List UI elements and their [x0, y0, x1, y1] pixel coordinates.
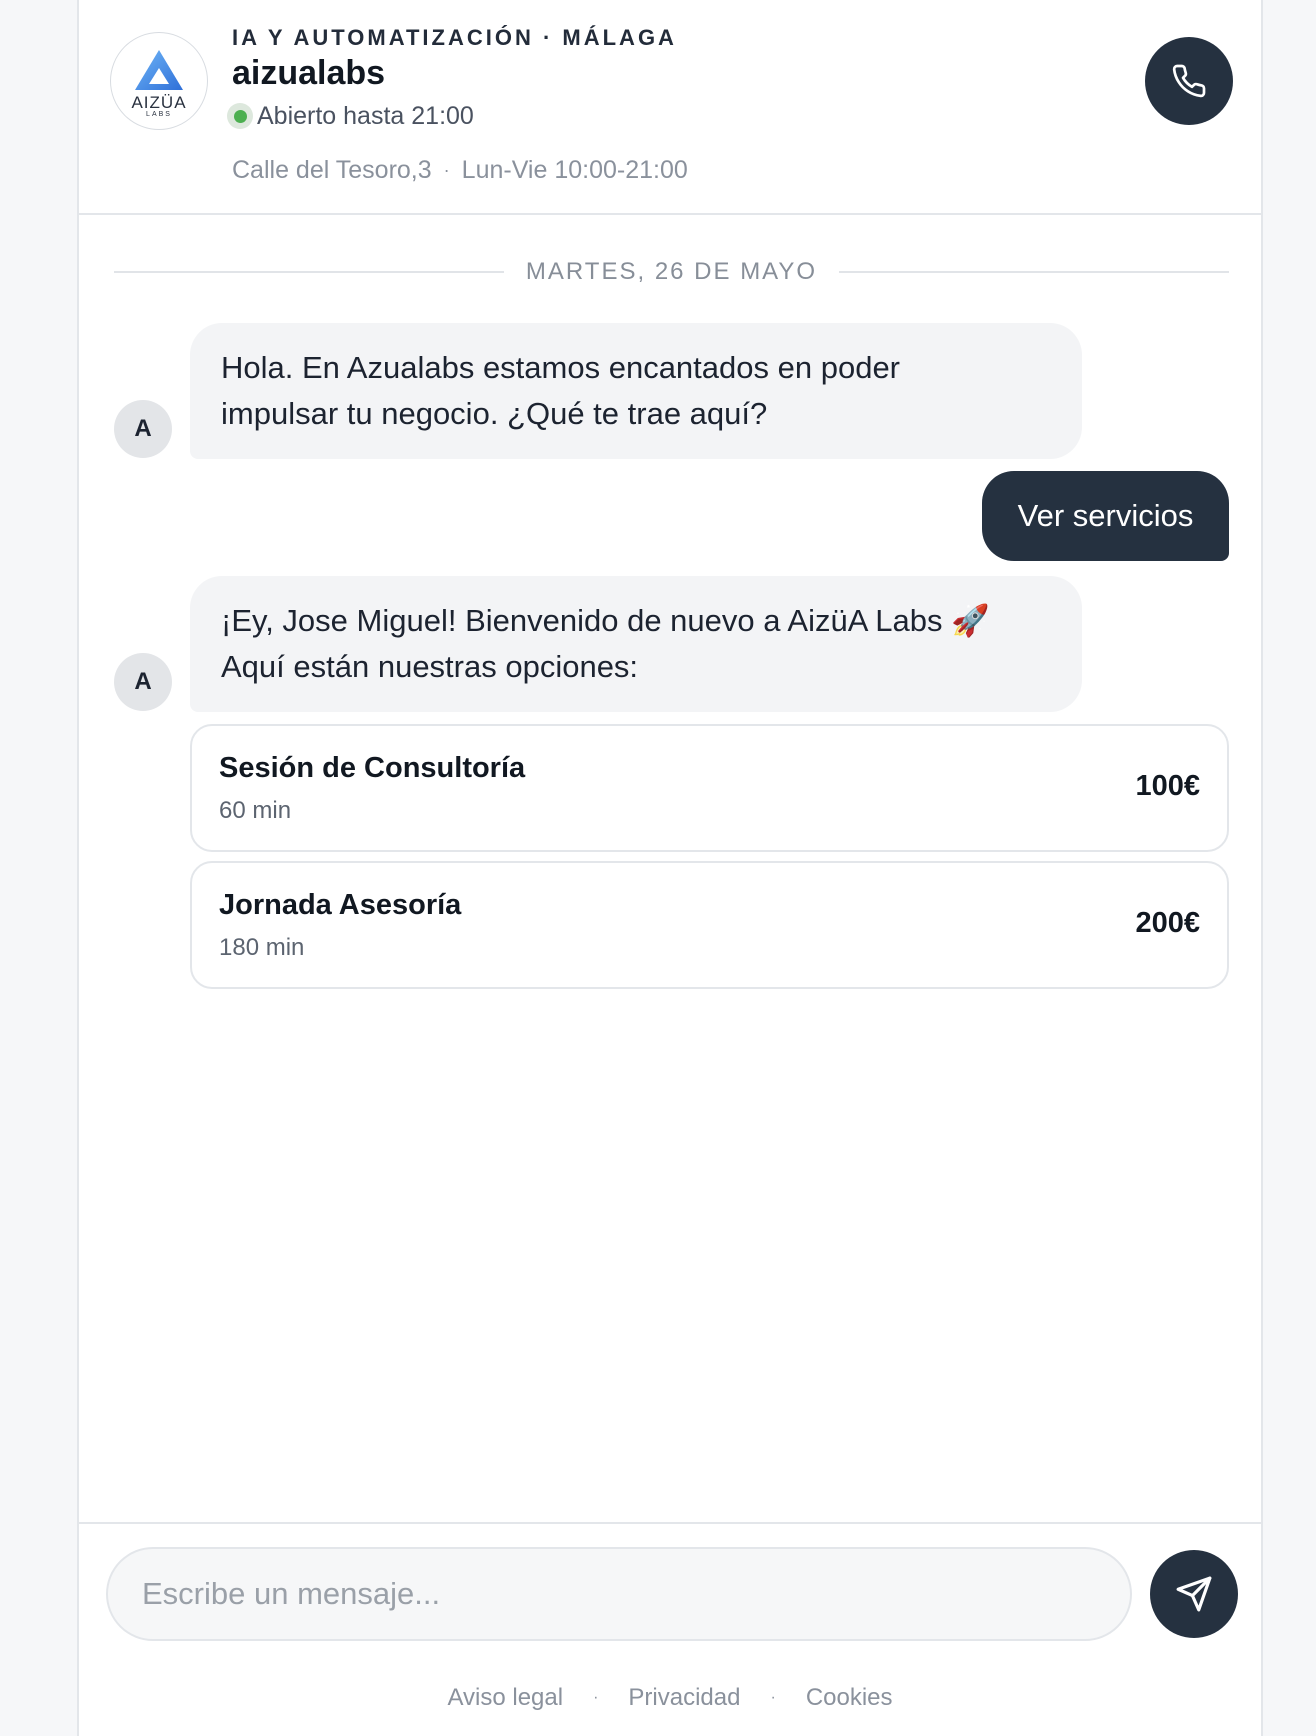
open-status-text: Abierto hasta 21:00	[257, 101, 474, 130]
legal-notice-link[interactable]: Aviso legal	[447, 1684, 563, 1712]
logo-sub: LABS	[146, 110, 172, 118]
business-category: IA Y AUTOMATIZACIÓN · MÁLAGA	[232, 25, 677, 50]
logo-word: AIZÜA	[131, 92, 187, 112]
service-name: Jornada Asesoría	[219, 889, 462, 921]
message-line: ¡Ey, Jose Miguel! Bienvenido de nuevo a …	[221, 603, 990, 638]
service-price: 100€	[1135, 770, 1200, 802]
bot-avatar: A	[114, 653, 172, 711]
bot-message: ¡Ey, Jose Miguel! Bienvenido de nuevo a …	[190, 576, 1082, 712]
info-separator: ·	[443, 160, 450, 180]
service-name: Sesión de Consultoría	[219, 752, 526, 784]
send-icon	[1176, 1576, 1212, 1612]
date-label: MARTES, 26 DE MAYO	[525, 258, 818, 285]
message-input[interactable]	[106, 1547, 1132, 1641]
service-duration: 60 min	[219, 797, 292, 824]
open-status: Abierto hasta 21:00	[227, 100, 474, 132]
message-line: Hola. En Azualabs estamos encantados en …	[221, 350, 901, 385]
service-card[interactable]: Jornada Asesoría 180 min 200€	[190, 861, 1229, 989]
bot-avatar: A	[114, 400, 172, 458]
privacy-link[interactable]: Privacidad	[628, 1684, 740, 1712]
chat-panel: AIZÜA LABS IA Y AUTOMATIZACIÓN · MÁLAGA …	[77, 0, 1263, 1736]
business-hours: Lun-Vie 10:00-21:00	[461, 156, 688, 184]
date-separator: MARTES, 26 DE MAYO	[114, 258, 1229, 286]
logo-mark-icon	[135, 49, 183, 90]
phone-icon	[1172, 64, 1206, 98]
service-duration: 180 min	[219, 934, 305, 961]
call-button[interactable]	[1145, 37, 1233, 125]
user-message: Ver servicios	[982, 471, 1229, 561]
business-logo: AIZÜA LABS	[110, 32, 208, 130]
bot-message: Hola. En Azualabs estamos encantados en …	[190, 323, 1082, 459]
divider-line	[839, 271, 1229, 273]
message-line: Aquí están nuestras opciones:	[221, 649, 639, 684]
business-address: Calle del Tesoro,3	[232, 156, 432, 184]
message-composer: Aviso legal · Privacidad · Cookies	[79, 1522, 1261, 1736]
business-name: aizualabs	[232, 54, 386, 92]
business-header: AIZÜA LABS IA Y AUTOMATIZACIÓN · MÁLAGA …	[79, 0, 1261, 215]
service-card[interactable]: Sesión de Consultoría 60 min 100€	[190, 724, 1229, 852]
footer-separator: ·	[593, 1689, 599, 1706]
footer-links: Aviso legal · Privacidad · Cookies	[79, 1684, 1261, 1712]
business-info: Calle del Tesoro,3 · Lun-Vie 10:00-21:00	[232, 156, 688, 185]
service-price: 200€	[1135, 907, 1200, 939]
status-dot-icon	[227, 103, 253, 129]
footer-separator: ·	[770, 1689, 776, 1706]
divider-line	[114, 271, 504, 273]
cookies-link[interactable]: Cookies	[806, 1684, 893, 1712]
message-line: impulsar tu negocio. ¿Qué te trae aquí?	[221, 396, 768, 431]
send-button[interactable]	[1150, 1550, 1238, 1638]
